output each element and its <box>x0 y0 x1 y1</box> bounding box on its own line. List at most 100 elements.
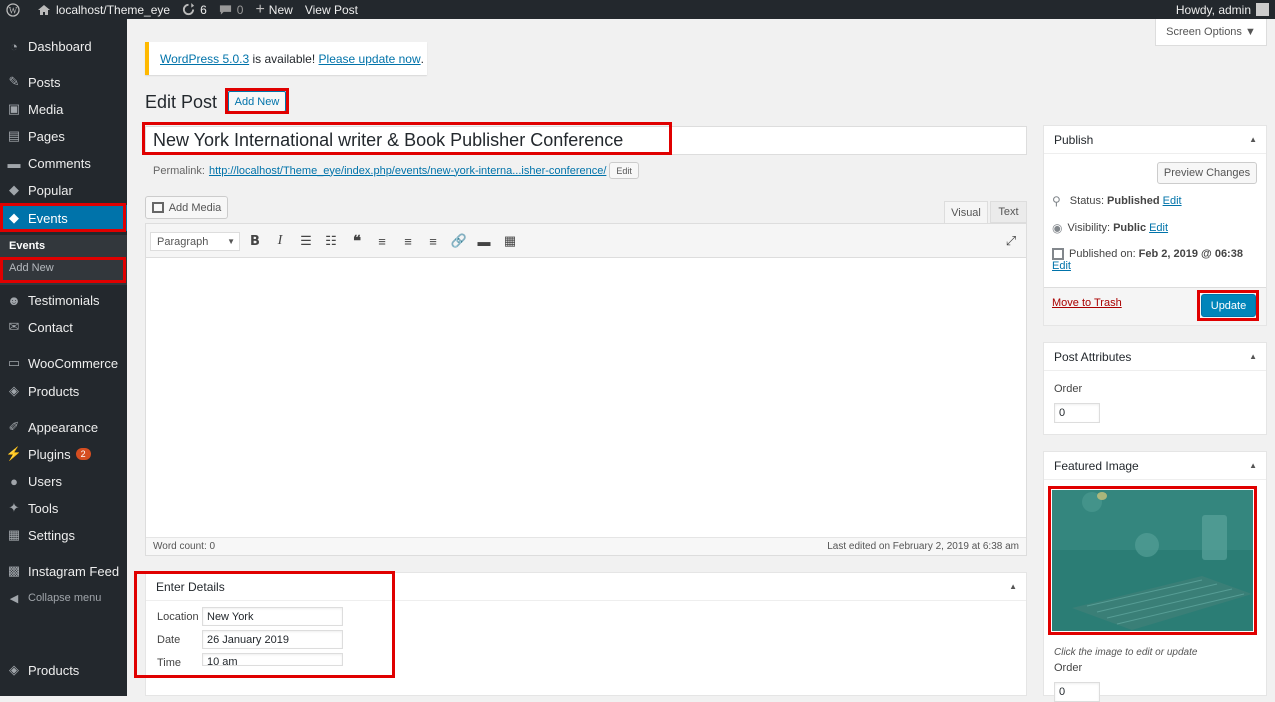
account-menu[interactable]: Howdy, admin <box>1170 0 1275 19</box>
sidebar-item-label: WooCommerce <box>28 355 119 371</box>
featured-image[interactable] <box>1052 490 1253 631</box>
published-row: Published on: Feb 2, 2019 @ 06:38 Edit <box>1052 248 1243 273</box>
new-content-link[interactable]: + New <box>249 0 298 19</box>
sidebar-item-products[interactable]: ◈ Products <box>0 657 127 683</box>
users-icon: ☻ <box>7 292 21 308</box>
sidebar-item-label: Media <box>28 101 64 117</box>
wrench-icon: ✦ <box>8 500 20 515</box>
sidebar-item-tools[interactable]: ✦ Tools <box>0 495 127 521</box>
sidebar-item-products[interactable]: ◈ Products <box>0 378 127 404</box>
sidebar-item-label: Instagram Feed <box>28 563 120 579</box>
collapse-arrow-icon[interactable]: ▲ <box>1249 461 1257 470</box>
align-center-icon[interactable]: ≡ <box>400 233 416 249</box>
update-button[interactable]: Update <box>1201 294 1256 317</box>
featured-image-header[interactable]: Featured Image ▲ <box>1044 452 1266 480</box>
preview-changes-button[interactable]: Preview Changes <box>1157 162 1257 184</box>
order-label: Order <box>1054 383 1083 395</box>
fullscreen-icon[interactable]: ⤢ <box>1003 233 1019 249</box>
numbered-list-icon[interactable]: ☷ <box>323 233 339 249</box>
align-left-icon[interactable]: ≡ <box>374 233 390 249</box>
version-link[interactable]: WordPress 5.0.3 <box>160 52 249 66</box>
sidebar-item-label: Collapse menu <box>28 592 102 604</box>
tab-visual[interactable]: Visual <box>944 201 988 223</box>
publish-header[interactable]: Publish ▲ <box>1044 126 1266 154</box>
update-now-link[interactable]: Please update now <box>319 52 421 66</box>
admin-bar: W localhost/Theme_eye 6 0 + New View Pos… <box>0 0 1275 19</box>
sidebar-item-contact[interactable]: ✉ Contact <box>0 314 127 340</box>
wordpress-logo-icon[interactable]: W <box>0 0 31 19</box>
sidebar-item-users[interactable]: ● Users <box>0 468 127 494</box>
sidebar-item-settings[interactable]: ▦ Settings <box>0 522 127 548</box>
link-icon[interactable]: 🔗 <box>451 233 467 249</box>
page-title: Edit Post <box>145 92 218 112</box>
screen-options-button[interactable]: Screen Options ▼ <box>1155 19 1267 46</box>
editor-statusbar: Word count: 0 Last edited on February 2,… <box>146 537 1026 555</box>
sidebar-item-appearance[interactable]: ✐ Appearance <box>0 414 127 440</box>
time-field[interactable]: 10 am <box>202 653 343 666</box>
permalink: Permalink: http://localhost/Theme_eye/in… <box>153 162 639 179</box>
sidebar-item-label: Pages <box>28 128 65 144</box>
blockquote-icon[interactable]: ❝ <box>349 233 365 250</box>
events-submenu: Events Add New <box>0 235 127 285</box>
collapse-arrow-icon[interactable]: ▲ <box>1249 352 1257 361</box>
date-field[interactable]: 26 January 2019 <box>202 630 343 649</box>
sidebar-item-testimonials[interactable]: ☻ Testimonials <box>0 287 127 313</box>
post-title-input[interactable]: New York International writer & Book Pub… <box>145 126 1027 155</box>
permalink-edit-button[interactable]: Edit <box>609 162 639 179</box>
permalink-url[interactable]: http://localhost/Theme_eye/index.php/eve… <box>209 165 606 177</box>
collapse-arrow-icon[interactable]: ▲ <box>1009 582 1017 591</box>
tab-text[interactable]: Text <box>990 201 1027 223</box>
align-right-icon[interactable]: ≡ <box>425 233 441 249</box>
update-count-badge: 2 <box>75 448 91 460</box>
order-field[interactable]: 0 <box>1054 403 1100 423</box>
media-icon <box>151 202 164 213</box>
enter-details-header[interactable]: Enter Details ▲ <box>146 573 1026 601</box>
sidebar-item-posts[interactable]: ✎ Posts <box>0 69 127 95</box>
chevron-down-icon: ▼ <box>227 237 235 246</box>
toolbar-toggle-icon[interactable]: ▦ <box>502 233 518 249</box>
add-new-button[interactable]: Add New <box>228 91 286 112</box>
move-to-trash-link[interactable]: Move to Trash <box>1052 297 1122 309</box>
sidebar-item-popular[interactable]: ◆ Popular <box>0 177 127 203</box>
status-edit-link[interactable]: Edit <box>1163 195 1182 207</box>
user-icon: ● <box>10 473 18 489</box>
sidebar-item-plugins[interactable]: ⚡ Plugins 2 <box>0 441 127 467</box>
comments-link[interactable]: 0 <box>213 0 250 19</box>
submenu-item-add-new[interactable]: Add New <box>0 257 127 279</box>
submenu-item-events[interactable]: Events <box>0 235 127 257</box>
bold-icon[interactable]: B <box>247 233 263 249</box>
post-attributes-header[interactable]: Post Attributes ▲ <box>1044 343 1266 371</box>
published-edit-link[interactable]: Edit <box>1052 260 1071 272</box>
sidebar-item-instagram-feed[interactable]: ▩ Instagram Feed <box>0 558 127 584</box>
sidebar-item-label: Dashboard <box>28 38 92 54</box>
update-notice: WordPress 5.0.3 is available! Please upd… <box>145 42 427 75</box>
sidebar-item-comments[interactable]: ▬ Comments <box>0 150 127 176</box>
visibility-row: ◉ Visibility: Public Edit <box>1052 221 1169 235</box>
sidebar-item-pages[interactable]: ▤ Pages <box>0 123 127 149</box>
read-more-icon[interactable]: ▬ <box>476 233 492 249</box>
visibility-edit-link[interactable]: Edit <box>1149 222 1168 234</box>
word-count: Word count: 0 <box>153 541 216 552</box>
featured-order-field[interactable]: 0 <box>1054 682 1100 702</box>
collapse-arrow-icon[interactable]: ▲ <box>1249 135 1257 144</box>
comment-icon <box>219 4 231 15</box>
italic-icon[interactable]: I <box>272 233 288 249</box>
location-field[interactable]: New York <box>202 607 343 626</box>
view-post-link[interactable]: View Post <box>299 0 364 19</box>
home-icon <box>38 4 50 15</box>
box-icon: ◈ <box>9 383 19 398</box>
sidebar-item-dashboard[interactable]: ◔ Dashboard <box>0 33 127 59</box>
sidebar-item-label: Posts <box>28 74 61 90</box>
woo-icon: ▭ <box>7 355 21 370</box>
eye-icon: ◉ <box>1052 221 1063 235</box>
site-name-link[interactable]: localhost/Theme_eye <box>31 0 176 19</box>
mail-icon: ✉ <box>8 319 20 334</box>
sidebar-item-events[interactable]: ◆ Events <box>0 205 127 231</box>
updates-link[interactable]: 6 <box>176 0 213 19</box>
add-media-button[interactable]: Add Media <box>145 196 228 219</box>
sidebar-item-media[interactable]: ▣ Media <box>0 96 127 122</box>
bullet-list-icon[interactable]: ☰ <box>298 233 314 249</box>
sidebar-item-woocommerce[interactable]: ▭ WooCommerce <box>0 350 127 376</box>
format-select[interactable]: Paragraph ▼ <box>150 232 240 251</box>
sidebar-item-collapse-menu[interactable]: ◀ Collapse menu <box>0 585 127 611</box>
